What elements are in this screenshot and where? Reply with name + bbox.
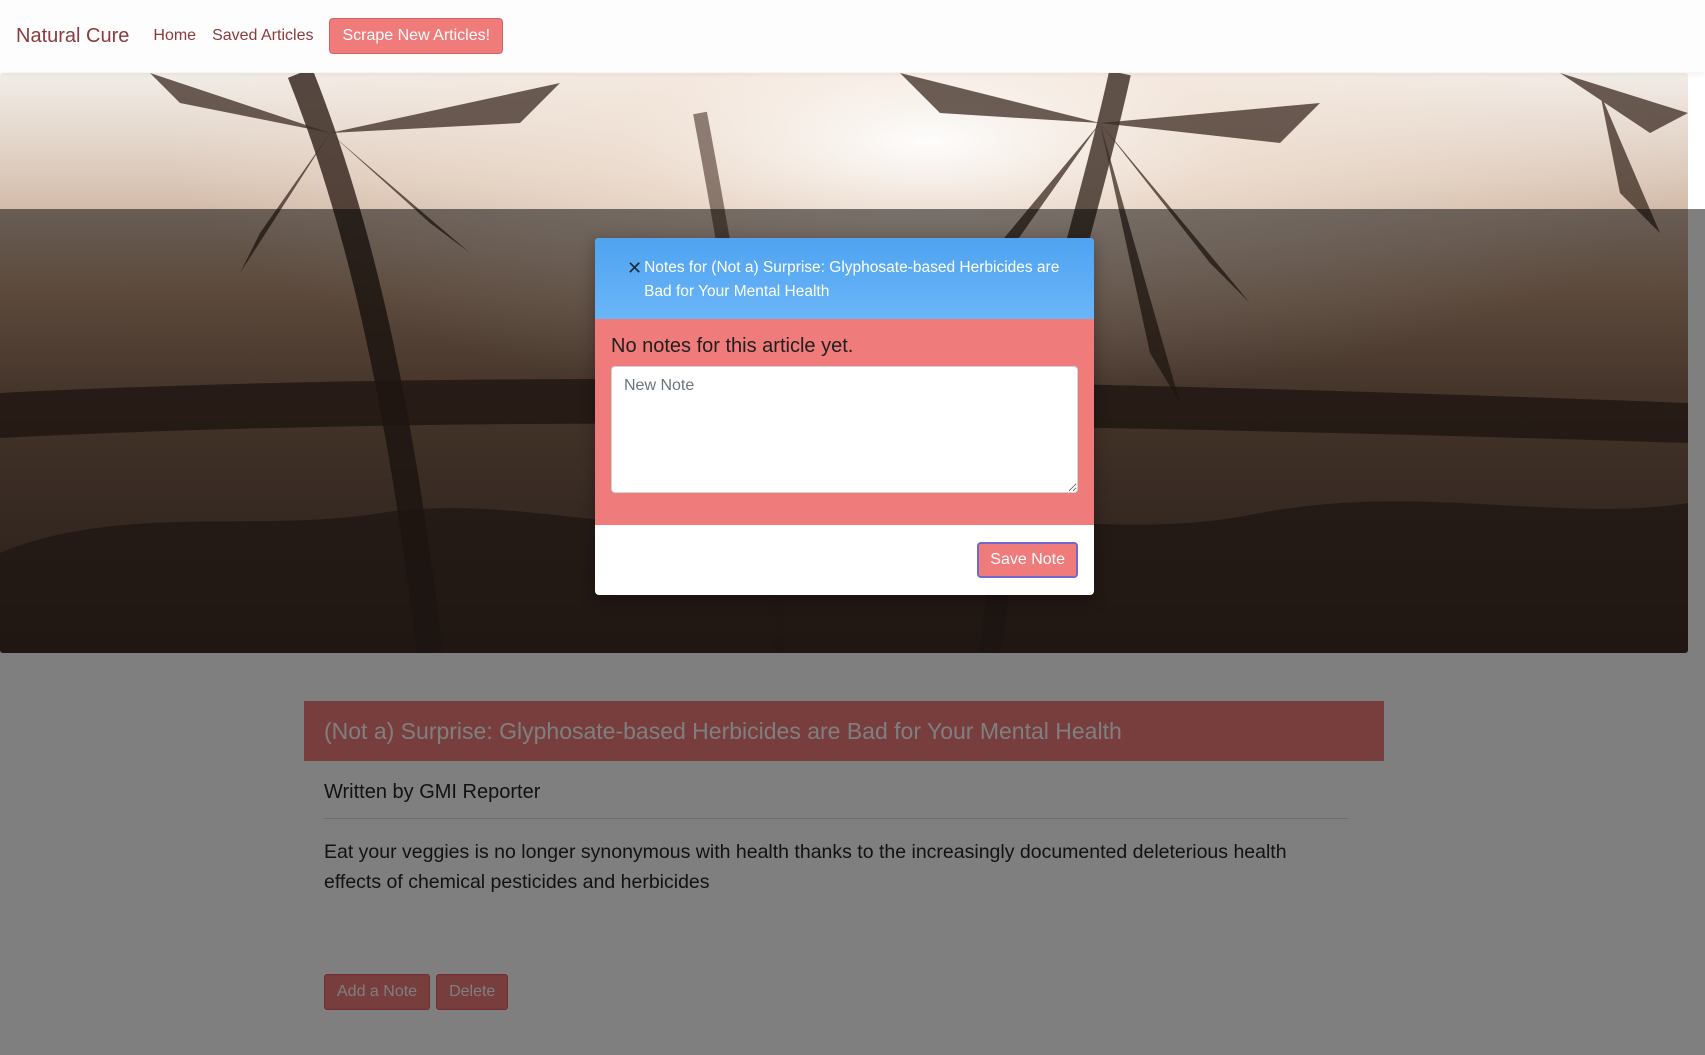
empty-notes-text: No notes for this article yet. bbox=[611, 335, 854, 357]
new-note-textarea[interactable] bbox=[611, 366, 1078, 493]
nav-home-link[interactable]: Home bbox=[153, 27, 196, 45]
brand-logo[interactable]: Natural Cure bbox=[16, 25, 129, 48]
modal-footer: Save Note bbox=[595, 525, 1094, 595]
modal-header: ✕ Notes for (Not a) Surprise: Glyphosate… bbox=[595, 238, 1094, 319]
scrape-articles-button[interactable]: Scrape New Articles! bbox=[329, 18, 504, 54]
modal-title: Notes for (Not a) Surprise: Glyphosate-b… bbox=[644, 259, 1060, 300]
save-note-button[interactable]: Save Note bbox=[977, 542, 1078, 578]
modal-body: No notes for this article yet. bbox=[595, 319, 1094, 525]
notes-modal: ✕ Notes for (Not a) Surprise: Glyphosate… bbox=[595, 238, 1094, 595]
close-icon[interactable]: ✕ bbox=[627, 256, 642, 280]
navbar: Natural Cure Home Saved Articles Scrape … bbox=[0, 0, 1705, 72]
nav-saved-articles-link[interactable]: Saved Articles bbox=[212, 27, 313, 45]
